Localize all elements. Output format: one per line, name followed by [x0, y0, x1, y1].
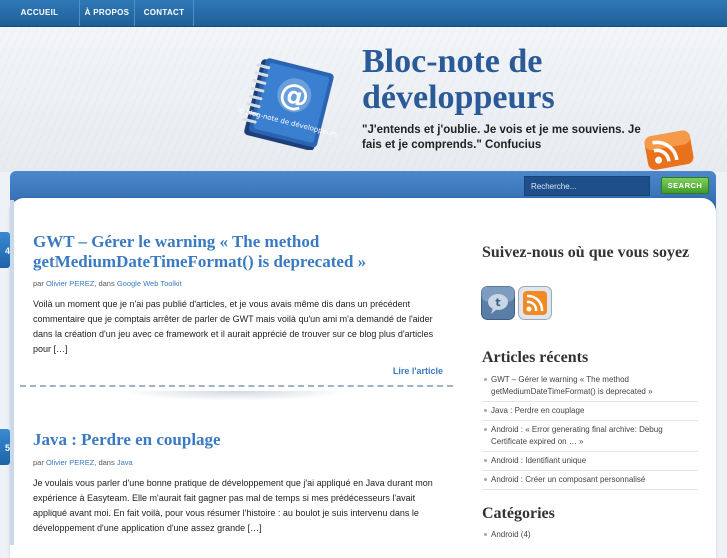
nav-item-a-propos[interactable]: À PROPOS — [80, 0, 135, 26]
category-item[interactable]: Android (4) — [482, 526, 698, 544]
site-tagline: "J'entends et j'oublie. Je vois et je me… — [362, 124, 641, 151]
post-divider — [20, 385, 453, 387]
categories-list: Android (4) — [482, 526, 698, 544]
recent-post-item[interactable]: Android : « Error generating final archi… — [482, 421, 698, 452]
rss-feed-icon[interactable] — [640, 127, 700, 173]
nav-item-accueil[interactable]: ACCUEIL — [0, 0, 80, 26]
rss-icon[interactable] — [518, 286, 552, 320]
post-meta: par Olivier PEREZ, dans Java — [33, 458, 133, 467]
notebook-logo-icon[interactable]: @ le blog-note de développeurs — [238, 58, 338, 150]
recent-post-item[interactable]: Android : Identifiant unique — [482, 452, 698, 471]
twitter-icon[interactable]: t — [481, 286, 515, 320]
recent-post-item[interactable]: Java : Perdre en couplage — [482, 402, 698, 421]
panel-edge — [10, 200, 14, 545]
svg-text:t: t — [495, 296, 500, 309]
recent-posts-list: GWT – Gérer le warning « The method getM… — [482, 371, 698, 490]
recent-post-item[interactable]: Android : Créer un composant personnalis… — [482, 471, 698, 490]
category-link[interactable]: Java — [117, 458, 133, 467]
post-excerpt: Voilà un moment que je n'ai pas publié d… — [33, 299, 434, 354]
search-input[interactable]: Recherche... — [524, 176, 650, 196]
recent-post-item[interactable]: GWT – Gérer le warning « The method getM… — [482, 371, 698, 402]
top-navigation: ACCUEIL À PROPOS CONTACT — [0, 0, 727, 27]
divider-shadow — [120, 391, 350, 401]
site-title[interactable]: Bloc-note de développeurs — [362, 44, 662, 116]
categories-heading: Catégories — [482, 505, 555, 522]
follow-heading: Suivez-nous où que vous soyez — [482, 244, 690, 261]
post-date-badge: 4 — [0, 232, 10, 268]
category-link[interactable]: Google Web Toolkit — [117, 279, 182, 288]
post-title[interactable]: Java : Perdre en couplage — [33, 430, 423, 450]
post-excerpt: Je voulais vous parler d'une bonne prati… — [33, 478, 433, 533]
nav-item-contact[interactable]: CONTACT — [135, 0, 194, 26]
post-date-badge: 5 — [0, 429, 10, 465]
author-link[interactable]: Olivier PEREZ — [46, 458, 94, 467]
author-link[interactable]: Olivier PEREZ — [46, 279, 94, 288]
search-button[interactable]: SEARCH — [661, 177, 709, 194]
recent-posts-heading: Articles récents — [482, 349, 589, 366]
read-more-link[interactable]: Lire l'article — [360, 366, 443, 376]
post-meta: par Olivier PEREZ, dans Google Web Toolk… — [33, 279, 182, 288]
post-title[interactable]: GWT – Gérer le warning « The method getM… — [33, 232, 423, 272]
